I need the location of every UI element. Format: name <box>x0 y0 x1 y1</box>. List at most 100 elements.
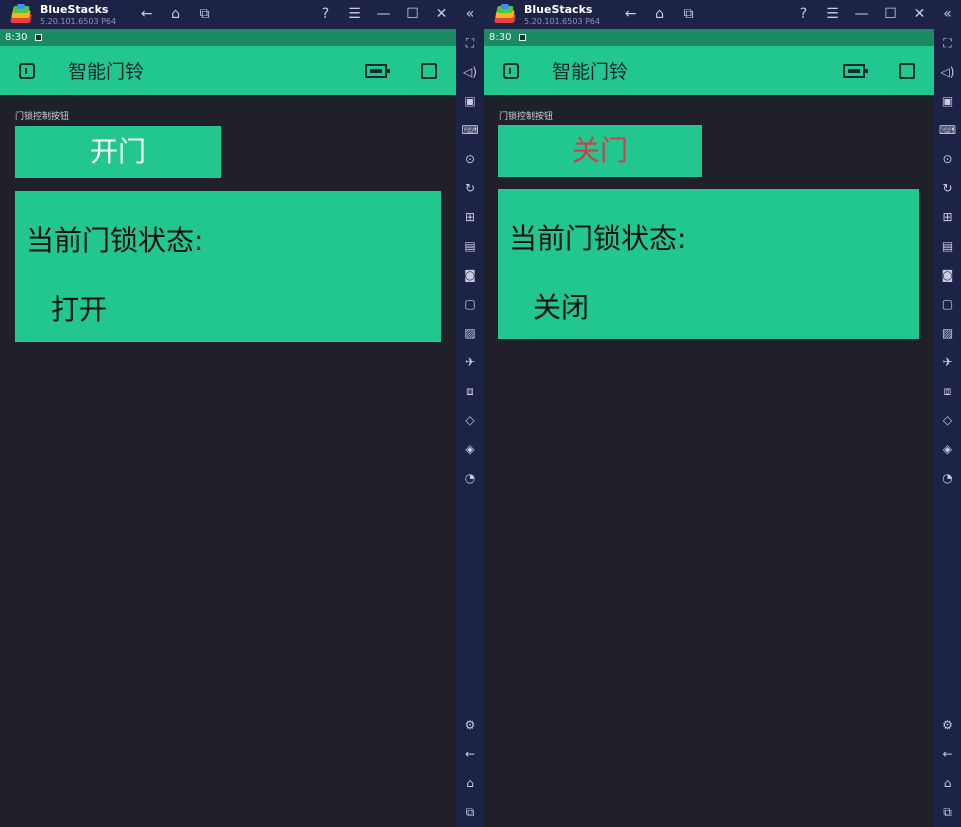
fullscreen-icon[interactable]: ⛶ <box>934 29 961 58</box>
sync-icon[interactable]: ↻ <box>934 174 961 203</box>
status-bar: 8:30 <box>0 29 456 46</box>
recents-icon[interactable]: ⧉ <box>190 0 219 29</box>
window-controls: ? ☰ — ☐ ✕ « <box>311 0 484 29</box>
status-time: 8:30 <box>5 32 28 43</box>
settings-icon[interactable]: ⚙ <box>934 711 961 740</box>
maximize-icon[interactable]: ☐ <box>398 0 427 29</box>
performance-icon[interactable]: ◔ <box>934 464 961 493</box>
back-icon[interactable]: ← <box>616 0 645 29</box>
app-version: 5.20.101.6503 P64 <box>524 16 601 26</box>
maximize-icon[interactable]: ☐ <box>876 0 905 29</box>
android-screen: 8:30 智能门铃 门锁控制按钮 开门 当前门锁状态: 打开 <box>0 29 456 827</box>
keyboard-icon[interactable]: ⌨ <box>934 116 961 145</box>
menu-icon[interactable]: ☰ <box>340 0 369 29</box>
macro-icon[interactable]: ⊙ <box>456 145 484 174</box>
lock-status-value: 关闭 <box>533 291 590 324</box>
app-name: BlueStacks <box>524 2 593 16</box>
square-icon[interactable] <box>899 62 915 79</box>
side-toolbar: ⛶ ◁) ▣ ⌨ ⊙ ↻ ⊞ ▤ ◙ ▢ ▨ ✈ ⧈ ◇ ◈ ◔ ⚙ ← ⌂ ⧉ <box>934 29 961 827</box>
lock-status-label: 当前门锁状态: <box>509 222 687 255</box>
section-label: 门锁控制按钮 <box>499 112 554 122</box>
bluestacks-logo-icon <box>494 3 516 26</box>
record-icon[interactable]: ▢ <box>934 290 961 319</box>
eco-icon[interactable]: ◇ <box>456 406 484 435</box>
notification-icon <box>35 34 43 41</box>
desktop: BlueStacks 5.20.101.6503 P64 ← ⌂ ⧉ ? ☰ —… <box>0 0 961 827</box>
close-icon[interactable]: ✕ <box>427 0 456 29</box>
multi-instance-icon[interactable]: ⧈ <box>456 377 484 406</box>
home-icon[interactable]: ⌂ <box>645 0 674 29</box>
multi-instance-icon[interactable]: ⧈ <box>934 377 961 406</box>
close-icon[interactable]: ✕ <box>905 0 934 29</box>
help-icon[interactable]: ? <box>789 0 818 29</box>
android-back-icon[interactable]: ← <box>456 740 484 769</box>
macro-icon[interactable]: ⊙ <box>934 145 961 174</box>
status-time: 8:30 <box>489 32 512 43</box>
apk-icon[interactable]: ▤ <box>934 232 961 261</box>
layers-icon[interactable]: ◈ <box>934 435 961 464</box>
app-logo-icon <box>503 62 519 79</box>
minimize-icon[interactable]: — <box>369 0 398 29</box>
title-bar: BlueStacks 5.20.101.6503 P64 ← ⌂ ⧉ ? ☰ —… <box>0 0 484 29</box>
collapse-sidebar-icon[interactable]: « <box>934 0 961 29</box>
app-name: BlueStacks <box>40 2 109 16</box>
brand: BlueStacks 5.20.101.6503 P64 <box>40 4 116 26</box>
airplane-icon[interactable]: ✈ <box>456 348 484 377</box>
eco-icon[interactable]: ◇ <box>934 406 961 435</box>
lock-status-card: 当前门锁状态: 关闭 <box>498 189 919 339</box>
bluestacks-logo-icon <box>10 3 32 26</box>
menu-icon[interactable]: ☰ <box>818 0 847 29</box>
screenshot-icon[interactable]: ◙ <box>456 261 484 290</box>
title-nav: ← ⌂ ⧉ <box>616 0 703 29</box>
gamepad-icon[interactable]: ⊞ <box>934 203 961 232</box>
app-bar: 智能门铃 <box>0 46 456 95</box>
settings-icon[interactable]: ⚙ <box>456 711 484 740</box>
android-screen: 8:30 智能门铃 门锁控制按钮 关门 当前门锁状态: 关闭 <box>484 29 934 827</box>
bluestacks-window-right: BlueStacks 5.20.101.6503 P64 ← ⌂ ⧉ ? ☰ —… <box>484 0 961 827</box>
gamepad-icon[interactable]: ⊞ <box>456 203 484 232</box>
keyboard-icon[interactable]: ⌨ <box>456 116 484 145</box>
android-recents-icon[interactable]: ⧉ <box>934 798 961 827</box>
pointer-icon[interactable]: ▣ <box>456 87 484 116</box>
screenshot-icon[interactable]: ◙ <box>934 261 961 290</box>
back-icon[interactable]: ← <box>132 0 161 29</box>
volume-icon[interactable]: ◁) <box>934 58 961 87</box>
sync-icon[interactable]: ↻ <box>456 174 484 203</box>
airplane-icon[interactable]: ✈ <box>934 348 961 377</box>
android-recents-icon[interactable]: ⧉ <box>456 798 484 827</box>
lock-status-card: 当前门锁状态: 打开 <box>15 191 441 342</box>
battery-icon[interactable] <box>365 63 390 78</box>
help-icon[interactable]: ? <box>311 0 340 29</box>
minimize-icon[interactable]: — <box>847 0 876 29</box>
app-title: 智能门铃 <box>68 61 145 83</box>
close-door-button[interactable]: 关门 <box>498 125 702 177</box>
pointer-icon[interactable]: ▣ <box>934 87 961 116</box>
open-door-button[interactable]: 开门 <box>15 126 221 178</box>
volume-icon[interactable]: ◁) <box>456 58 484 87</box>
window-controls: ? ☰ — ☐ ✕ « <box>789 0 961 29</box>
media-icon[interactable]: ▨ <box>456 319 484 348</box>
brand: BlueStacks 5.20.101.6503 P64 <box>524 4 600 26</box>
android-home-icon[interactable]: ⌂ <box>934 769 961 798</box>
layers-icon[interactable]: ◈ <box>456 435 484 464</box>
lock-status-label: 当前门锁状态: <box>26 224 204 257</box>
recents-icon[interactable]: ⧉ <box>674 0 703 29</box>
app-title: 智能门铃 <box>552 61 629 83</box>
square-icon[interactable] <box>421 62 437 79</box>
apk-icon[interactable]: ▤ <box>456 232 484 261</box>
fullscreen-icon[interactable]: ⛶ <box>456 29 484 58</box>
section-label: 门锁控制按钮 <box>15 112 70 122</box>
title-bar: BlueStacks 5.20.101.6503 P64 ← ⌂ ⧉ ? ☰ —… <box>484 0 961 29</box>
lock-status-value: 打开 <box>51 293 108 326</box>
notification-icon <box>519 34 527 41</box>
record-icon[interactable]: ▢ <box>456 290 484 319</box>
android-home-icon[interactable]: ⌂ <box>456 769 484 798</box>
battery-icon[interactable] <box>843 63 868 78</box>
media-icon[interactable]: ▨ <box>934 319 961 348</box>
performance-icon[interactable]: ◔ <box>456 464 484 493</box>
collapse-sidebar-icon[interactable]: « <box>456 0 484 29</box>
app-logo-icon <box>19 62 35 79</box>
bluestacks-window-left: BlueStacks 5.20.101.6503 P64 ← ⌂ ⧉ ? ☰ —… <box>0 0 484 827</box>
android-back-icon[interactable]: ← <box>934 740 961 769</box>
home-icon[interactable]: ⌂ <box>161 0 190 29</box>
